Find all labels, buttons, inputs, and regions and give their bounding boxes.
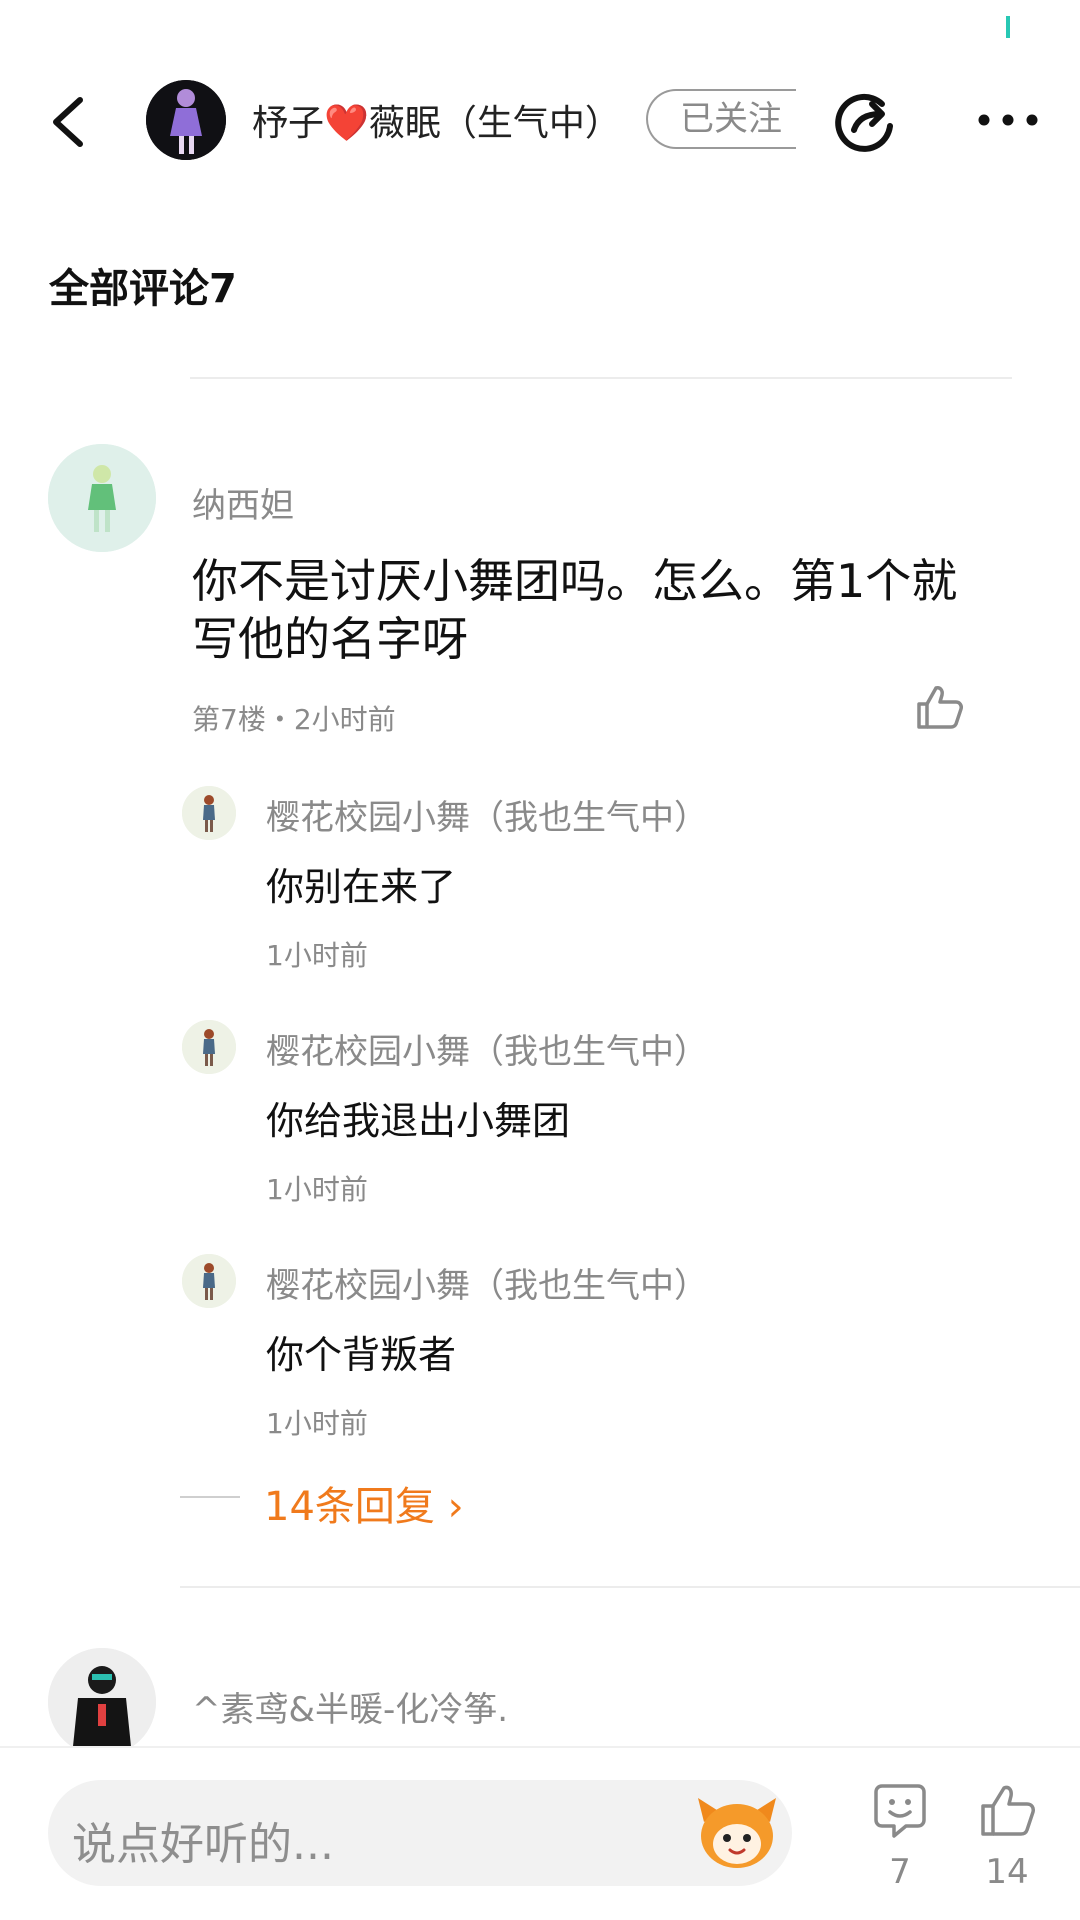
avatar-figure-icon xyxy=(48,1648,156,1756)
like-count: 14 xyxy=(985,1852,1029,1892)
reply-user[interactable]: 樱花校园小舞（我也生气中） xyxy=(266,790,708,839)
more-dots-icon xyxy=(978,114,1038,126)
avatar-figure-icon xyxy=(48,444,156,552)
comment-count: 7 xyxy=(889,1852,911,1892)
mascot-icon[interactable] xyxy=(694,1792,780,1872)
reply-item xyxy=(182,1020,236,1074)
more-replies-line xyxy=(180,1496,240,1498)
avatar-figure-icon xyxy=(146,80,226,160)
commenter-name[interactable]: 纳西妲 xyxy=(192,478,294,527)
commenter-avatar[interactable] xyxy=(48,1648,156,1756)
comment-divider xyxy=(180,1586,1080,1588)
reply-user[interactable]: 樱花校园小舞（我也生气中） xyxy=(266,1024,708,1073)
commenter-name[interactable]: ^素鸢&半暖-化冷筝. xyxy=(192,1682,508,1731)
reply-time: 1小时前 xyxy=(266,1407,368,1440)
reply-user[interactable]: 樱花校园小舞（我也生气中） xyxy=(266,1258,708,1307)
thumbs-up-icon xyxy=(917,686,963,729)
like-button[interactable] xyxy=(978,1782,1036,1838)
reply-text: 你别在来了 xyxy=(266,865,457,909)
comment-bubble-icon xyxy=(874,1784,926,1838)
more-button[interactable] xyxy=(976,110,1040,130)
avatar-figure-icon xyxy=(182,786,236,840)
comment-like-button[interactable] xyxy=(914,682,964,732)
back-button[interactable] xyxy=(40,86,100,158)
share-icon xyxy=(835,93,893,152)
reply-avatar[interactable] xyxy=(182,1254,236,1308)
reply-item xyxy=(182,786,236,840)
share-button[interactable] xyxy=(832,90,898,156)
reply-avatar[interactable] xyxy=(182,786,236,840)
reply-time: 1小时前 xyxy=(266,939,368,972)
avatar-figure-icon xyxy=(182,1254,236,1308)
follow-button[interactable]: 已关注 xyxy=(646,89,796,149)
reply-text: 你个背叛者 xyxy=(266,1333,457,1377)
avatar-figure-icon xyxy=(182,1020,236,1074)
commenter-avatar[interactable] xyxy=(48,444,156,552)
author-avatar[interactable] xyxy=(146,80,226,160)
reply-text: 你给我退出小舞团 xyxy=(266,1099,571,1143)
comment-input-placeholder[interactable]: 说点好听的... xyxy=(72,1808,334,1872)
more-replies-link[interactable]: 14条回复 › xyxy=(264,1474,464,1532)
reply-time: 1小时前 xyxy=(266,1173,368,1206)
section-divider xyxy=(190,377,1012,379)
comment-meta: 第7楼・2小时前 xyxy=(192,703,396,736)
thumbs-up-icon xyxy=(981,1785,1035,1836)
author-name[interactable]: 杼子❤️薇眠（生气中） xyxy=(252,94,621,146)
reply-item xyxy=(182,1254,236,1308)
comment-text: 你不是讨厌小舞团吗。怎么。第1个就写他的名字呀 xyxy=(192,554,958,666)
status-indicator xyxy=(1006,16,1010,38)
reply-avatar[interactable] xyxy=(182,1020,236,1074)
chevron-left-icon xyxy=(53,97,83,147)
comment-count-button[interactable] xyxy=(872,1782,928,1838)
comments-section-title: 全部评论7 xyxy=(49,266,237,312)
